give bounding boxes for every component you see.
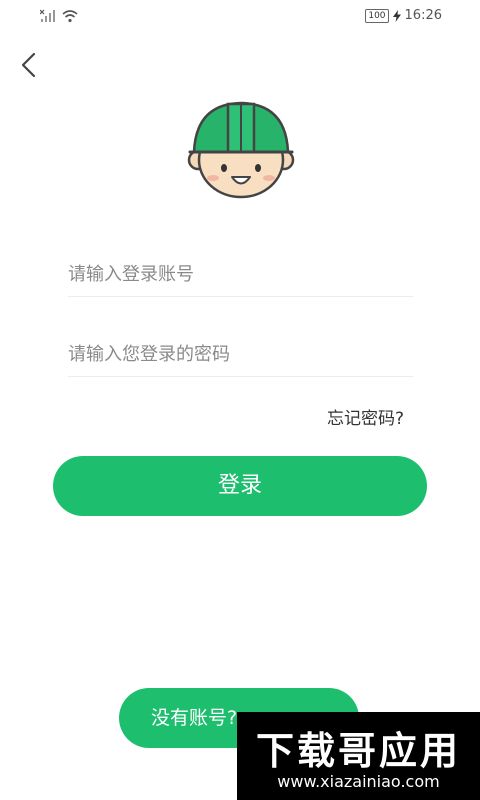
register-button-label: 没有账号? <box>151 707 238 729</box>
back-button[interactable] <box>14 48 48 82</box>
status-bar: 100 16:26 <box>0 0 480 34</box>
watermark-url: www.xiazainiao.com <box>277 772 440 791</box>
status-time: 16:26 <box>404 8 442 23</box>
back-arrow-icon <box>21 52 36 78</box>
status-left <box>40 9 78 23</box>
password-input[interactable] <box>68 332 413 377</box>
wifi-icon <box>62 10 78 23</box>
login-button[interactable]: 登录 <box>53 456 427 516</box>
signal-icon <box>40 9 55 22</box>
username-input[interactable] <box>68 252 413 297</box>
watermark-logo: 下载哥应用 <box>255 729 461 773</box>
status-right: 100 16:26 <box>365 8 442 23</box>
forgot-password-link[interactable]: 忘记密码? <box>327 404 404 429</box>
charging-icon <box>392 9 401 22</box>
battery-icon: 100 <box>365 8 389 23</box>
worker-helmet-avatar <box>187 101 295 199</box>
watermark: 下载哥应用 www.xiazainiao.com <box>237 712 480 800</box>
